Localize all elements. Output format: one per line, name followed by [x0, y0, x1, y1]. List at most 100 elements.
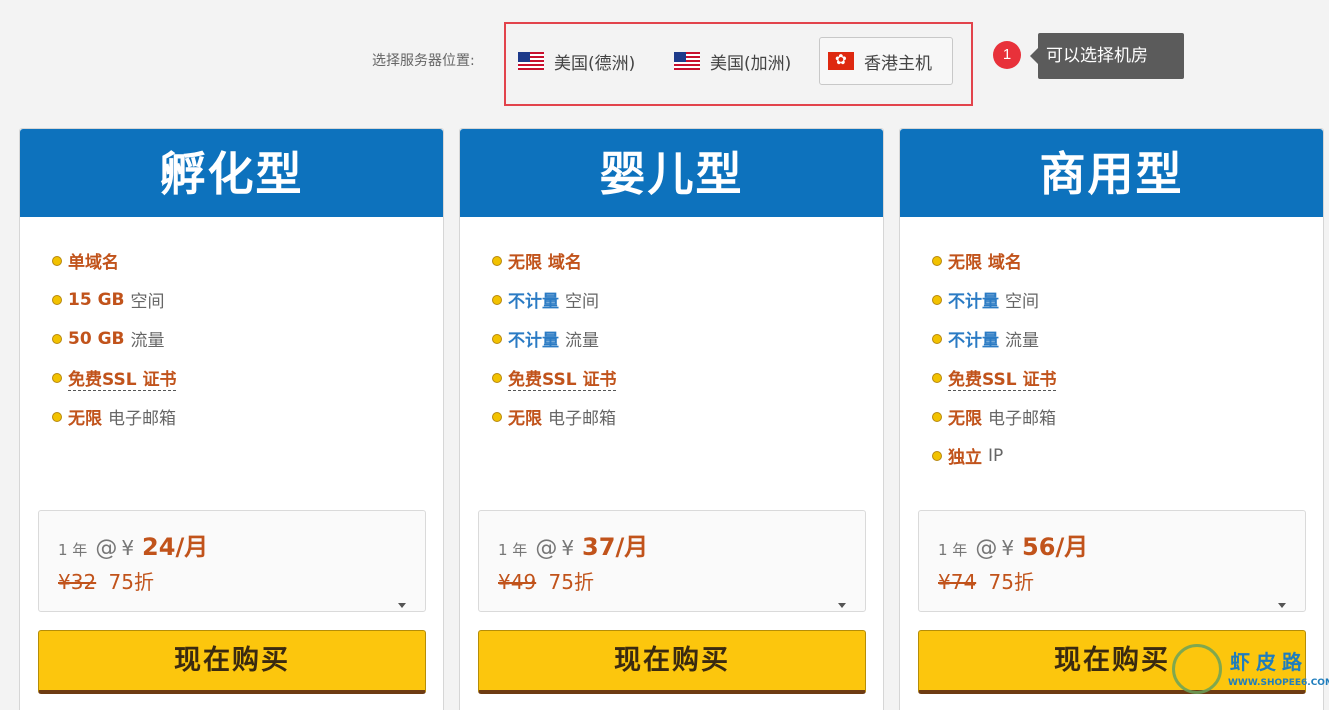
at-sign: @ — [535, 536, 558, 561]
feature-text: 流量 — [1005, 331, 1039, 351]
plan-title: 孵化型 — [20, 129, 443, 217]
billing-term-select[interactable]: 1 年 @ ¥ 24/月 ¥32 75折 — [38, 510, 426, 612]
location-option-us-texas[interactable]: 美国(德洲) — [518, 37, 635, 85]
at-sign: @ — [95, 536, 118, 561]
feature-text: 空间 — [565, 292, 599, 312]
ssl-certificate-link[interactable]: 免费SSL 证书 — [948, 365, 1057, 391]
bullet-icon — [492, 294, 502, 305]
annotation-tooltip: 可以选择机房 — [1030, 33, 1184, 79]
feature-item: 无限 电子邮箱 — [932, 397, 1056, 436]
location-option-label: 香港主机 — [864, 53, 932, 74]
dropdown-caret-icon — [838, 603, 846, 608]
location-option-hong-kong[interactable]: 香港主机 — [819, 37, 953, 85]
original-price: ¥49 — [498, 570, 537, 594]
monthly-price: 24/月 — [142, 533, 209, 561]
watermark-url: WWW.SHOPEE6.COM — [1228, 678, 1329, 688]
billing-term-select[interactable]: 1 年 @ ¥ 37/月 ¥49 75折 — [478, 510, 866, 612]
feature-list: 无限 域名 不计量 空间 不计量 流量 免费SSL 证书 无限 电子邮箱 — [492, 241, 617, 436]
bullet-icon — [932, 372, 942, 383]
billing-term: 1 年 — [498, 541, 528, 559]
price-line: 1 年 @ ¥ 24/月 — [58, 527, 208, 562]
feature-item: 50 GB 流量 — [52, 319, 176, 358]
bullet-icon — [492, 411, 502, 422]
price-line: 1 年 @ ¥ 37/月 — [498, 527, 648, 562]
location-option-label: 美国(加洲) — [710, 53, 792, 74]
feature-highlight: 无限 — [68, 409, 102, 429]
original-price-line: ¥32 75折 — [58, 566, 154, 595]
billing-term-select[interactable]: 1 年 @ ¥ 56/月 ¥74 75折 — [918, 510, 1306, 612]
us-flag-icon — [674, 52, 700, 70]
bullet-icon — [932, 411, 942, 422]
feature-item: 不计量 流量 — [492, 319, 616, 358]
feature-text: 电子邮箱 — [548, 409, 616, 429]
original-price-line: ¥49 75折 — [498, 566, 594, 595]
plan-card-baby: 婴儿型 无限 域名 不计量 空间 不计量 流量 免费SSL 证书 无限 电子邮箱 1 … — [459, 128, 884, 710]
billing-term: 1 年 — [58, 541, 88, 559]
us-flag-icon — [518, 52, 544, 70]
bullet-icon — [492, 372, 502, 383]
monthly-price: 56/月 — [1022, 533, 1089, 561]
currency-symbol: ¥ — [121, 536, 135, 560]
currency-symbol: ¥ — [561, 536, 575, 560]
server-location-selector: 美国(德洲) 美国(加洲) 香港主机 — [504, 22, 973, 106]
original-price: ¥74 — [938, 570, 977, 594]
bullet-icon — [932, 450, 942, 461]
location-option-us-california[interactable]: 美国(加洲) — [674, 37, 791, 85]
feature-highlight: 无限 — [948, 409, 982, 429]
discount-label: 75折 — [108, 570, 154, 594]
feature-highlight: 不计量 — [508, 331, 559, 351]
dropdown-caret-icon — [398, 603, 406, 608]
feature-item: 无限 域名 — [492, 241, 616, 280]
plan-title: 婴儿型 — [460, 129, 883, 217]
feature-text: 流量 — [130, 331, 165, 351]
at-sign: @ — [975, 536, 998, 561]
feature-item: 不计量 空间 — [932, 280, 1056, 319]
feature-list: 无限 域名 不计量 空间 不计量 流量 免费SSL 证书 无限 电子邮箱 独立 IP — [932, 241, 1057, 475]
bullet-icon — [932, 255, 942, 266]
discount-label: 75折 — [548, 570, 594, 594]
watermark: 虾皮路 WWW.SHOPEE6.COM — [1172, 640, 1329, 704]
feature-item: 免费SSL 证书 — [52, 358, 177, 397]
feature-highlight: 单域名 — [68, 253, 119, 273]
feature-text: 电子邮箱 — [108, 409, 176, 429]
bullet-icon — [492, 333, 502, 344]
plan-card-business: 商用型 无限 域名 不计量 空间 不计量 流量 免费SSL 证书 无限 电子邮箱 独立… — [899, 128, 1324, 710]
discount-label: 75折 — [988, 570, 1034, 594]
location-option-label: 美国(德洲) — [554, 53, 636, 74]
annotation-number-badge: 1 — [993, 41, 1021, 69]
plan-card-incubator: 孵化型 单域名 15 GB 空间 50 GB 流量 免费SSL 证书 无限 电子邮箱 … — [19, 128, 444, 710]
feature-item: 单域名 — [52, 241, 176, 280]
bullet-icon — [52, 411, 62, 422]
original-price: ¥32 — [58, 570, 97, 594]
dropdown-caret-icon — [1278, 603, 1286, 608]
feature-highlight: 独立 — [948, 448, 982, 468]
buy-now-button[interactable]: 现在购买 — [478, 630, 866, 694]
feature-highlight: 15 GB — [68, 289, 125, 310]
monthly-price: 37/月 — [582, 533, 649, 561]
feature-item: 独立 IP — [932, 436, 1056, 475]
bullet-icon — [52, 333, 62, 344]
feature-item: 不计量 空间 — [492, 280, 616, 319]
buy-now-button[interactable]: 现在购买 — [38, 630, 426, 694]
bullet-icon — [52, 294, 62, 305]
feature-item: 免费SSL 证书 — [932, 358, 1057, 397]
feature-item: 无限 域名 — [932, 241, 1056, 280]
price-line: 1 年 @ ¥ 56/月 — [938, 527, 1088, 562]
feature-highlight: 不计量 — [948, 331, 999, 351]
feature-highlight: 50 GB — [68, 328, 125, 349]
feature-text: IP — [988, 445, 1004, 466]
bullet-icon — [52, 255, 62, 266]
feature-list: 单域名 15 GB 空间 50 GB 流量 免费SSL 证书 无限 电子邮箱 — [52, 241, 177, 436]
feature-item: 无限 电子邮箱 — [52, 397, 176, 436]
feature-item: 不计量 流量 — [932, 319, 1056, 358]
ssl-certificate-link[interactable]: 免费SSL 证书 — [68, 365, 177, 391]
bullet-icon — [932, 333, 942, 344]
ssl-certificate-link[interactable]: 免费SSL 证书 — [508, 365, 617, 391]
feature-item: 15 GB 空间 — [52, 280, 176, 319]
feature-highlight: 无限 域名 — [948, 253, 1022, 273]
watermark-name: 虾皮路 — [1230, 650, 1308, 674]
feature-text: 电子邮箱 — [988, 409, 1056, 429]
feature-highlight: 不计量 — [948, 292, 999, 312]
hk-flag-icon — [828, 52, 854, 70]
feature-text: 流量 — [565, 331, 599, 351]
